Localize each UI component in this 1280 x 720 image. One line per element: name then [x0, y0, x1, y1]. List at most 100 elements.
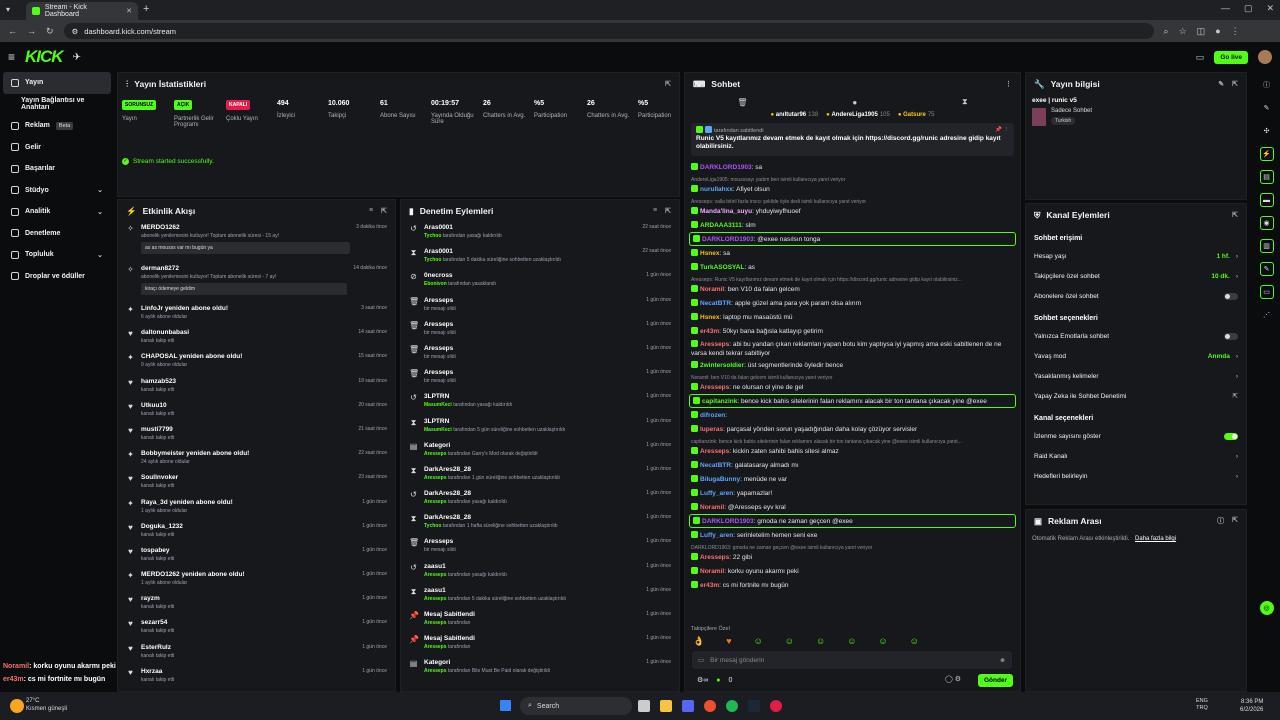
- chat-message[interactable]: Aresseps: ne olursan ol yine de gel: [685, 380, 1020, 394]
- info-icon[interactable]: ⓘ: [1217, 516, 1224, 526]
- chevron-down-icon[interactable]: ⌄: [97, 251, 103, 259]
- emote-icon[interactable]: 👌: [693, 636, 704, 647]
- minimize-icon[interactable]: —: [1221, 3, 1230, 14]
- browser-tab[interactable]: Stream - Kick Dashboard ✕: [26, 2, 138, 20]
- chat-message[interactable]: capitanzink: bence kick bahis sitelerini…: [689, 394, 1016, 408]
- chat-username[interactable]: ARDAAA3111: [700, 222, 742, 229]
- chat-username[interactable]: 2wintersoldier: [700, 362, 744, 369]
- window-icon[interactable]: ▭: [1259, 285, 1274, 299]
- chat-message[interactable]: DARKLORD1903: gmoda ne zaman geçcen @exe…: [689, 514, 1016, 528]
- chat-input[interactable]: ▭ Bir mesaj gönderin ☻: [692, 651, 1012, 669]
- send-button[interactable]: Gönder: [978, 674, 1014, 687]
- chat-message[interactable]: DARKLORD1903: @exee nasılsın tonga: [689, 232, 1016, 246]
- sidebar-item[interactable]: Denetleme: [3, 223, 111, 245]
- activity-item[interactable]: ✧ derman8272 abonelik yenilemesini kutluyo…: [118, 263, 395, 304]
- chat-message[interactable]: NecatBTR: apple güzel ama para yok param…: [685, 296, 1020, 310]
- pin-icon[interactable]: ✈: [73, 52, 81, 63]
- moderation-item[interactable]: 🗑 Aresseps bir mesajı sildi 1 gün önce: [401, 367, 679, 391]
- chat-username[interactable]: NecatBTR: [700, 462, 731, 469]
- chat-username[interactable]: TurkASOSYAL: [700, 264, 744, 271]
- points-icon[interactable]: ⚙∞: [697, 676, 708, 684]
- new-tab-icon[interactable]: +: [143, 3, 149, 15]
- sidebar-item[interactable]: Yayın: [3, 72, 111, 94]
- sidebar-item[interactable]: Topluluk ⌄: [3, 244, 111, 266]
- activity-item[interactable]: ♥ EsterRulz kanalı takip etti 1 gün önce: [118, 642, 395, 666]
- pinned-message[interactable]: tarafından sabitlendi 📌 ⋮ Runic V5 kayıtl…: [691, 123, 1014, 156]
- chat-username[interactable]: Noramil: [700, 286, 724, 293]
- kick-logo[interactable]: KICK: [25, 47, 64, 67]
- info-icon[interactable]: ⓘ: [1260, 78, 1274, 92]
- site-info-icon[interactable]: ⚙: [72, 27, 79, 36]
- setting-row[interactable]: Hesap yaşı 1 hf. ›: [1026, 246, 1246, 266]
- discord-icon[interactable]: [682, 700, 694, 712]
- chat-message[interactable]: 2wintersoldier: üst segmentlerinde öyled…: [685, 358, 1020, 372]
- clock[interactable]: 8:36 PM 6/2/2026: [1240, 698, 1263, 714]
- moderation-item[interactable]: ↺ Aras0001 Tychoo tarafından yasağı kaldır…: [401, 222, 679, 246]
- chat-username[interactable]: Hsnex: [700, 314, 720, 321]
- moderation-item[interactable]: ▤ Kategori Aresseps tarafından Garry's Mod…: [401, 440, 679, 464]
- chat-username[interactable]: er43m: [700, 328, 719, 335]
- chat-username[interactable]: Aresseps: [700, 554, 729, 561]
- sidebar-item[interactable]: Başarılar: [3, 158, 111, 180]
- close-window-icon[interactable]: ✕: [1266, 3, 1274, 14]
- emote-icon[interactable]: ☺: [910, 636, 919, 647]
- chat-message[interactable]: nurullahxx: Afiyet olsun: [685, 182, 1020, 196]
- activity-item[interactable]: ✦ LinfoJr yeniden abone oldu! 6 aylık abon…: [118, 303, 395, 327]
- activity-item[interactable]: ✦ Raya_3d yeniden abone oldu! 1 aylık abon…: [118, 497, 395, 521]
- chat-username[interactable]: nurullahxx: [700, 186, 733, 193]
- setting-row[interactable]: Yavaş mod Anında ›: [1026, 346, 1246, 366]
- chat-message[interactable]: TurkASOSYAL: as: [685, 260, 1020, 274]
- wallet-icon[interactable]: ▭: [1196, 52, 1205, 63]
- share-icon[interactable]: ⋰: [1260, 308, 1274, 322]
- address-bar[interactable]: ⚙ dashboard.kick.com/stream: [63, 23, 1154, 39]
- sidebar-item[interactable]: Droplar ve ödüller: [3, 266, 111, 288]
- broadcast-icon[interactable]: ◉: [1259, 216, 1274, 230]
- chat-username[interactable]: capitanzink: [702, 398, 737, 405]
- setting-row[interactable]: Raid Kanalı ›: [1026, 446, 1246, 466]
- extensions-icon[interactable]: ◫: [1197, 26, 1206, 37]
- moderation-item[interactable]: ⧗ DarkAres28_28 Tychoo tarafından 1 hafta …: [401, 512, 679, 536]
- tab-search-icon[interactable]: ▾: [6, 5, 16, 15]
- moderation-item[interactable]: ↺ 3LPTRN MasumKeci tarafından yasağı kaldı…: [401, 391, 679, 415]
- setting-row[interactable]: Abonelere özel sohbet: [1026, 286, 1246, 306]
- sidebar-item[interactable]: Stüdyo ⌄: [3, 180, 111, 202]
- moderation-item[interactable]: 📌 Mesaj Sabitlendi Aresseps tarafından 1 gü…: [401, 633, 679, 657]
- chat-username[interactable]: Noramil: [700, 568, 724, 575]
- go-live-button[interactable]: Go live: [1214, 50, 1248, 64]
- top-gifter[interactable]: ● AndereLiga1905 105: [826, 112, 890, 118]
- chat-message[interactable]: er43m: cs mi fortnite mı bugün: [685, 578, 1020, 592]
- pin-icon[interactable]: 📌 ⋮: [995, 126, 1009, 134]
- moderation-item[interactable]: ⊘ 0necross Ebonivon tarafından yasaklandı 1…: [401, 270, 679, 294]
- language-indicator[interactable]: ENG TRQ: [1196, 698, 1208, 712]
- activity-item[interactable]: ♥ sezarr54 kanalı takip etti 1 gün önce: [118, 617, 395, 641]
- zoom-icon[interactable]: ⌕: [1164, 26, 1169, 37]
- filter-icon[interactable]: ≡: [369, 207, 373, 215]
- emote-icon[interactable]: ☺: [754, 636, 763, 647]
- avatar[interactable]: [1258, 50, 1272, 64]
- reload-icon[interactable]: ↻: [46, 26, 54, 37]
- chat-username[interactable]: Luffy_aren: [700, 532, 733, 539]
- chat-message[interactable]: ARDAAA3111: slm: [685, 218, 1020, 232]
- emote-icon[interactable]: ☺: [878, 636, 887, 647]
- popout-icon[interactable]: ⇱: [1232, 211, 1238, 219]
- activity-item[interactable]: ♥ Hxrzaa kanalı takip etti 1 gün önce: [118, 666, 395, 690]
- chat-username[interactable]: difrozen: [700, 412, 725, 419]
- chat-username[interactable]: DARKLORD1903: [702, 236, 754, 243]
- setting-row[interactable]: Yasaklanmış kelimeler ›: [1026, 366, 1246, 386]
- moderation-item[interactable]: 🗑 Aresseps bir mesajı sildi 1 gün önce: [401, 536, 679, 560]
- chat-username[interactable]: Manda'lina_suyu: [700, 208, 752, 215]
- obs-icon[interactable]: [770, 700, 782, 712]
- chat-message[interactable]: NecatBTR: galatasaray almadı mı: [685, 458, 1020, 472]
- chat-message[interactable]: luperas: parçasal yönden sorun yaşadığın…: [685, 422, 1020, 436]
- close-icon[interactable]: ✕: [126, 7, 132, 15]
- file-explorer-icon[interactable]: [660, 700, 672, 712]
- popout-icon[interactable]: ⇱: [381, 207, 387, 215]
- windows-start-icon[interactable]: [500, 700, 511, 711]
- wrench-icon[interactable]: ✎: [1259, 262, 1274, 276]
- chat-username[interactable]: luperas: [700, 426, 723, 433]
- taskbar-search[interactable]: ⌕ Search: [520, 697, 632, 715]
- setting-row[interactable]: Hedefleri belirleyin ›: [1026, 466, 1246, 486]
- top-gifter[interactable]: ● anıltutar96 138: [771, 112, 819, 118]
- stats-icon[interactable]: ▥: [1259, 239, 1274, 253]
- moderation-item[interactable]: ↺ DarkAres28_28 Aresseps tarafından yasağı…: [401, 488, 679, 512]
